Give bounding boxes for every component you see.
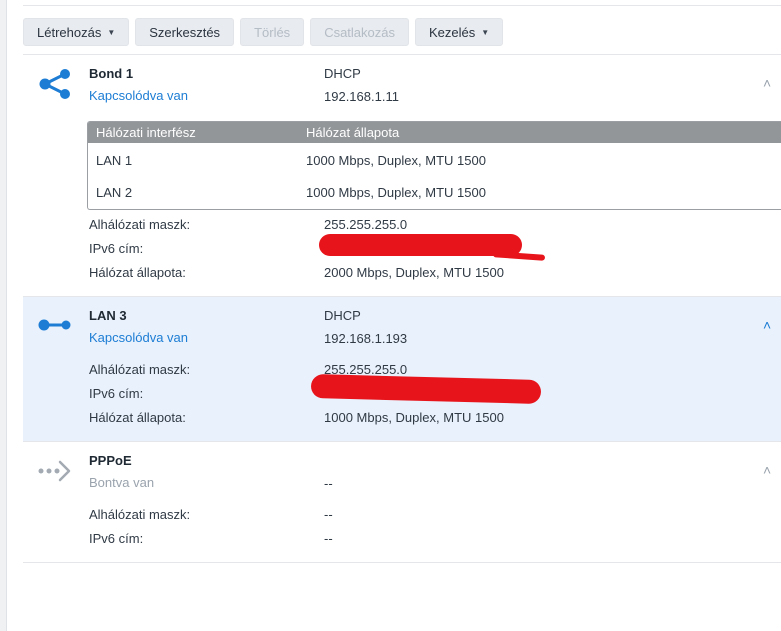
collapse-chevron-icon[interactable]: ˄ xyxy=(763,317,771,333)
network-state-value: 1000 Mbps, Duplex, MTU 1500 xyxy=(324,410,504,425)
table-row[interactable]: LAN 1 1000 Mbps, Duplex, MTU 1500 xyxy=(88,143,781,175)
redaction-mark xyxy=(319,234,522,256)
state-cell: 1000 Mbps, Duplex, MTU 1500 xyxy=(306,153,486,168)
ip-address: 192.168.1.193 xyxy=(324,331,408,346)
bond-interface-table: Hálózati interfész Hálózat állapota LAN … xyxy=(87,121,781,210)
collapse-chevron-icon[interactable]: ˄ xyxy=(763,75,771,91)
interface-name: LAN 3 xyxy=(89,308,127,323)
network-state-value: 2000 Mbps, Duplex, MTU 1500 xyxy=(324,265,504,280)
subnet-value: -- xyxy=(324,507,333,522)
interface-cell: LAN 2 xyxy=(96,185,133,200)
interface-name: PPPoE xyxy=(89,453,132,468)
manage-button[interactable]: Kezelés ▼ xyxy=(415,18,504,46)
delete-button-label: Törlés xyxy=(254,24,291,40)
subnet-value: 255.255.255.0 xyxy=(324,217,408,232)
subnet-label: Alhálózati maszk: xyxy=(89,362,191,377)
ipv6-value: -- xyxy=(324,531,333,546)
edit-button-label: Szerkesztés xyxy=(149,24,221,40)
connect-button-label: Csatlakozás xyxy=(324,24,395,40)
ip-mode: -- xyxy=(324,476,333,491)
disconnected-link-icon xyxy=(38,460,71,482)
ipv6-label: IPv6 cím: xyxy=(89,531,144,546)
connection-status: Bontva van xyxy=(89,475,155,490)
lan3-card[interactable]: LAN 3 Kapcsolódva van DHCP 192.168.1.193… xyxy=(23,297,781,442)
toolbar: Létrehozás ▼ Szerkesztés Törlés Csatlako… xyxy=(23,18,504,46)
connection-status: Kapcsolódva van xyxy=(89,88,189,103)
column-header-interface: Hálózati interfész xyxy=(96,125,196,140)
interface-cell: LAN 1 xyxy=(96,153,133,168)
ipv6-label: IPv6 cím: xyxy=(89,386,144,401)
pppoe-card[interactable]: PPPoE Bontva van -- ˄ Alhálózati maszk: … xyxy=(23,442,781,563)
ip-mode: DHCP xyxy=(324,308,361,323)
create-button-label: Létrehozás xyxy=(37,24,102,40)
state-cell: 1000 Mbps, Duplex, MTU 1500 xyxy=(306,185,486,200)
network-state-label: Hálózat állapota: xyxy=(89,410,186,425)
edit-button[interactable]: Szerkesztés xyxy=(135,18,235,46)
subnet-label: Alhálózati maszk: xyxy=(89,507,191,522)
ipv6-label: IPv6 cím: xyxy=(89,241,144,256)
left-panel-edge xyxy=(0,0,7,631)
ip-mode: DHCP xyxy=(324,66,361,81)
ip-address: 192.168.1.11 xyxy=(324,89,399,104)
ethernet-connection-icon xyxy=(38,319,71,331)
top-divider xyxy=(23,0,781,6)
subnet-label: Alhálózati maszk: xyxy=(89,217,191,232)
caret-down-icon: ▼ xyxy=(481,27,490,37)
network-state-label: Hálózat állapota: xyxy=(89,265,186,280)
manage-button-label: Kezelés xyxy=(429,24,476,40)
collapse-chevron-icon[interactable]: ˄ xyxy=(763,462,771,478)
table-row[interactable]: LAN 2 1000 Mbps, Duplex, MTU 1500 xyxy=(88,175,781,207)
connect-button[interactable]: Csatlakozás xyxy=(310,18,409,46)
interface-name: Bond 1 xyxy=(89,66,134,81)
create-button[interactable]: Létrehozás ▼ xyxy=(23,18,130,46)
redaction-mark xyxy=(492,251,546,261)
connection-status: Kapcsolódva van xyxy=(89,330,189,345)
column-header-state: Hálózat állapota xyxy=(306,125,400,140)
bond-card[interactable]: Bond 1 Kapcsolódva van DHCP 192.168.1.11… xyxy=(23,55,781,297)
share-network-icon xyxy=(39,69,70,99)
redaction-mark xyxy=(310,373,542,405)
table-header: Hálózati interfész Hálózat állapota xyxy=(88,122,781,143)
delete-button[interactable]: Törlés xyxy=(240,18,305,46)
caret-down-icon: ▼ xyxy=(107,27,116,37)
